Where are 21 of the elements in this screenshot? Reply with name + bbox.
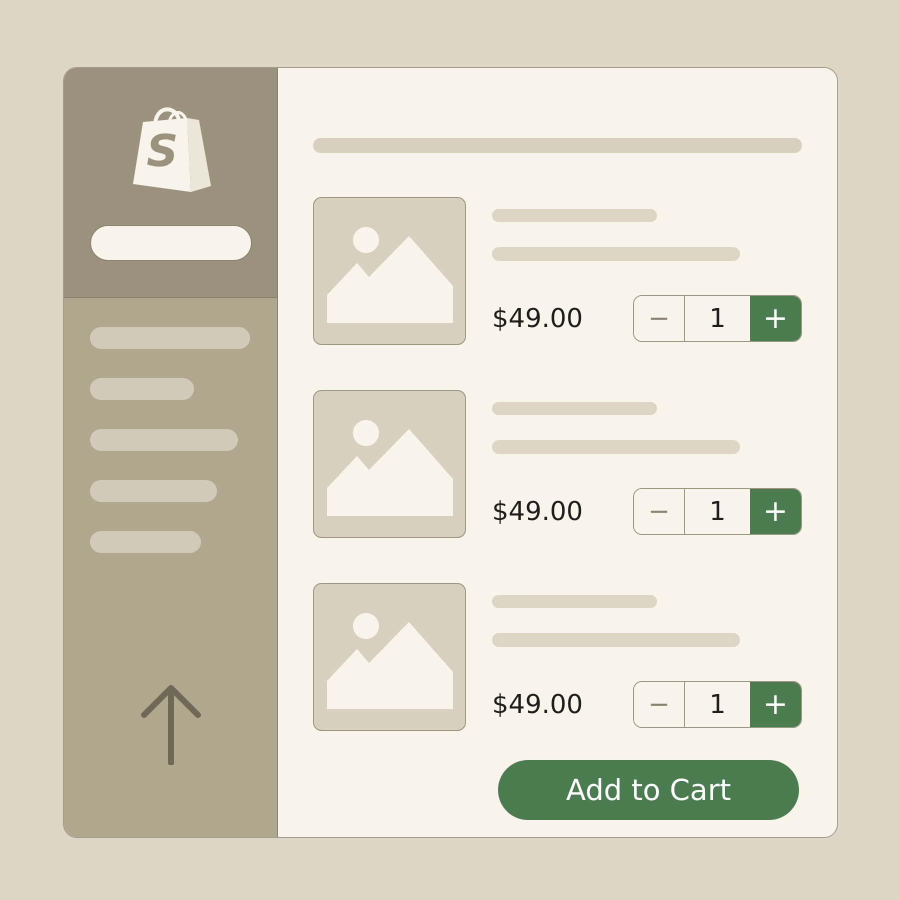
- increment-button[interactable]: +: [750, 682, 801, 727]
- increment-button[interactable]: +: [750, 489, 801, 534]
- nav-placeholder[interactable]: [90, 429, 238, 451]
- quantity-value[interactable]: 1: [685, 682, 750, 727]
- price: $49.00: [492, 496, 584, 526]
- quantity-value[interactable]: 1: [685, 296, 750, 341]
- decrement-button[interactable]: −: [634, 296, 685, 341]
- nav-placeholder[interactable]: [90, 378, 194, 400]
- nav-placeholder[interactable]: [90, 327, 250, 349]
- price: $49.00: [492, 690, 584, 720]
- up-arrow-icon[interactable]: [140, 683, 202, 765]
- nav-placeholder[interactable]: [90, 531, 201, 553]
- decrement-button[interactable]: −: [634, 682, 685, 727]
- price: $49.00: [492, 304, 584, 334]
- increment-button[interactable]: +: [750, 296, 801, 341]
- quantity-value[interactable]: 1: [685, 489, 750, 534]
- search-field[interactable]: [90, 225, 252, 261]
- logo-letter: S: [146, 130, 178, 174]
- add-to-cart-button[interactable]: Add to Cart: [498, 760, 799, 820]
- nav-placeholder[interactable]: [90, 480, 217, 502]
- decrement-button[interactable]: −: [634, 489, 685, 534]
